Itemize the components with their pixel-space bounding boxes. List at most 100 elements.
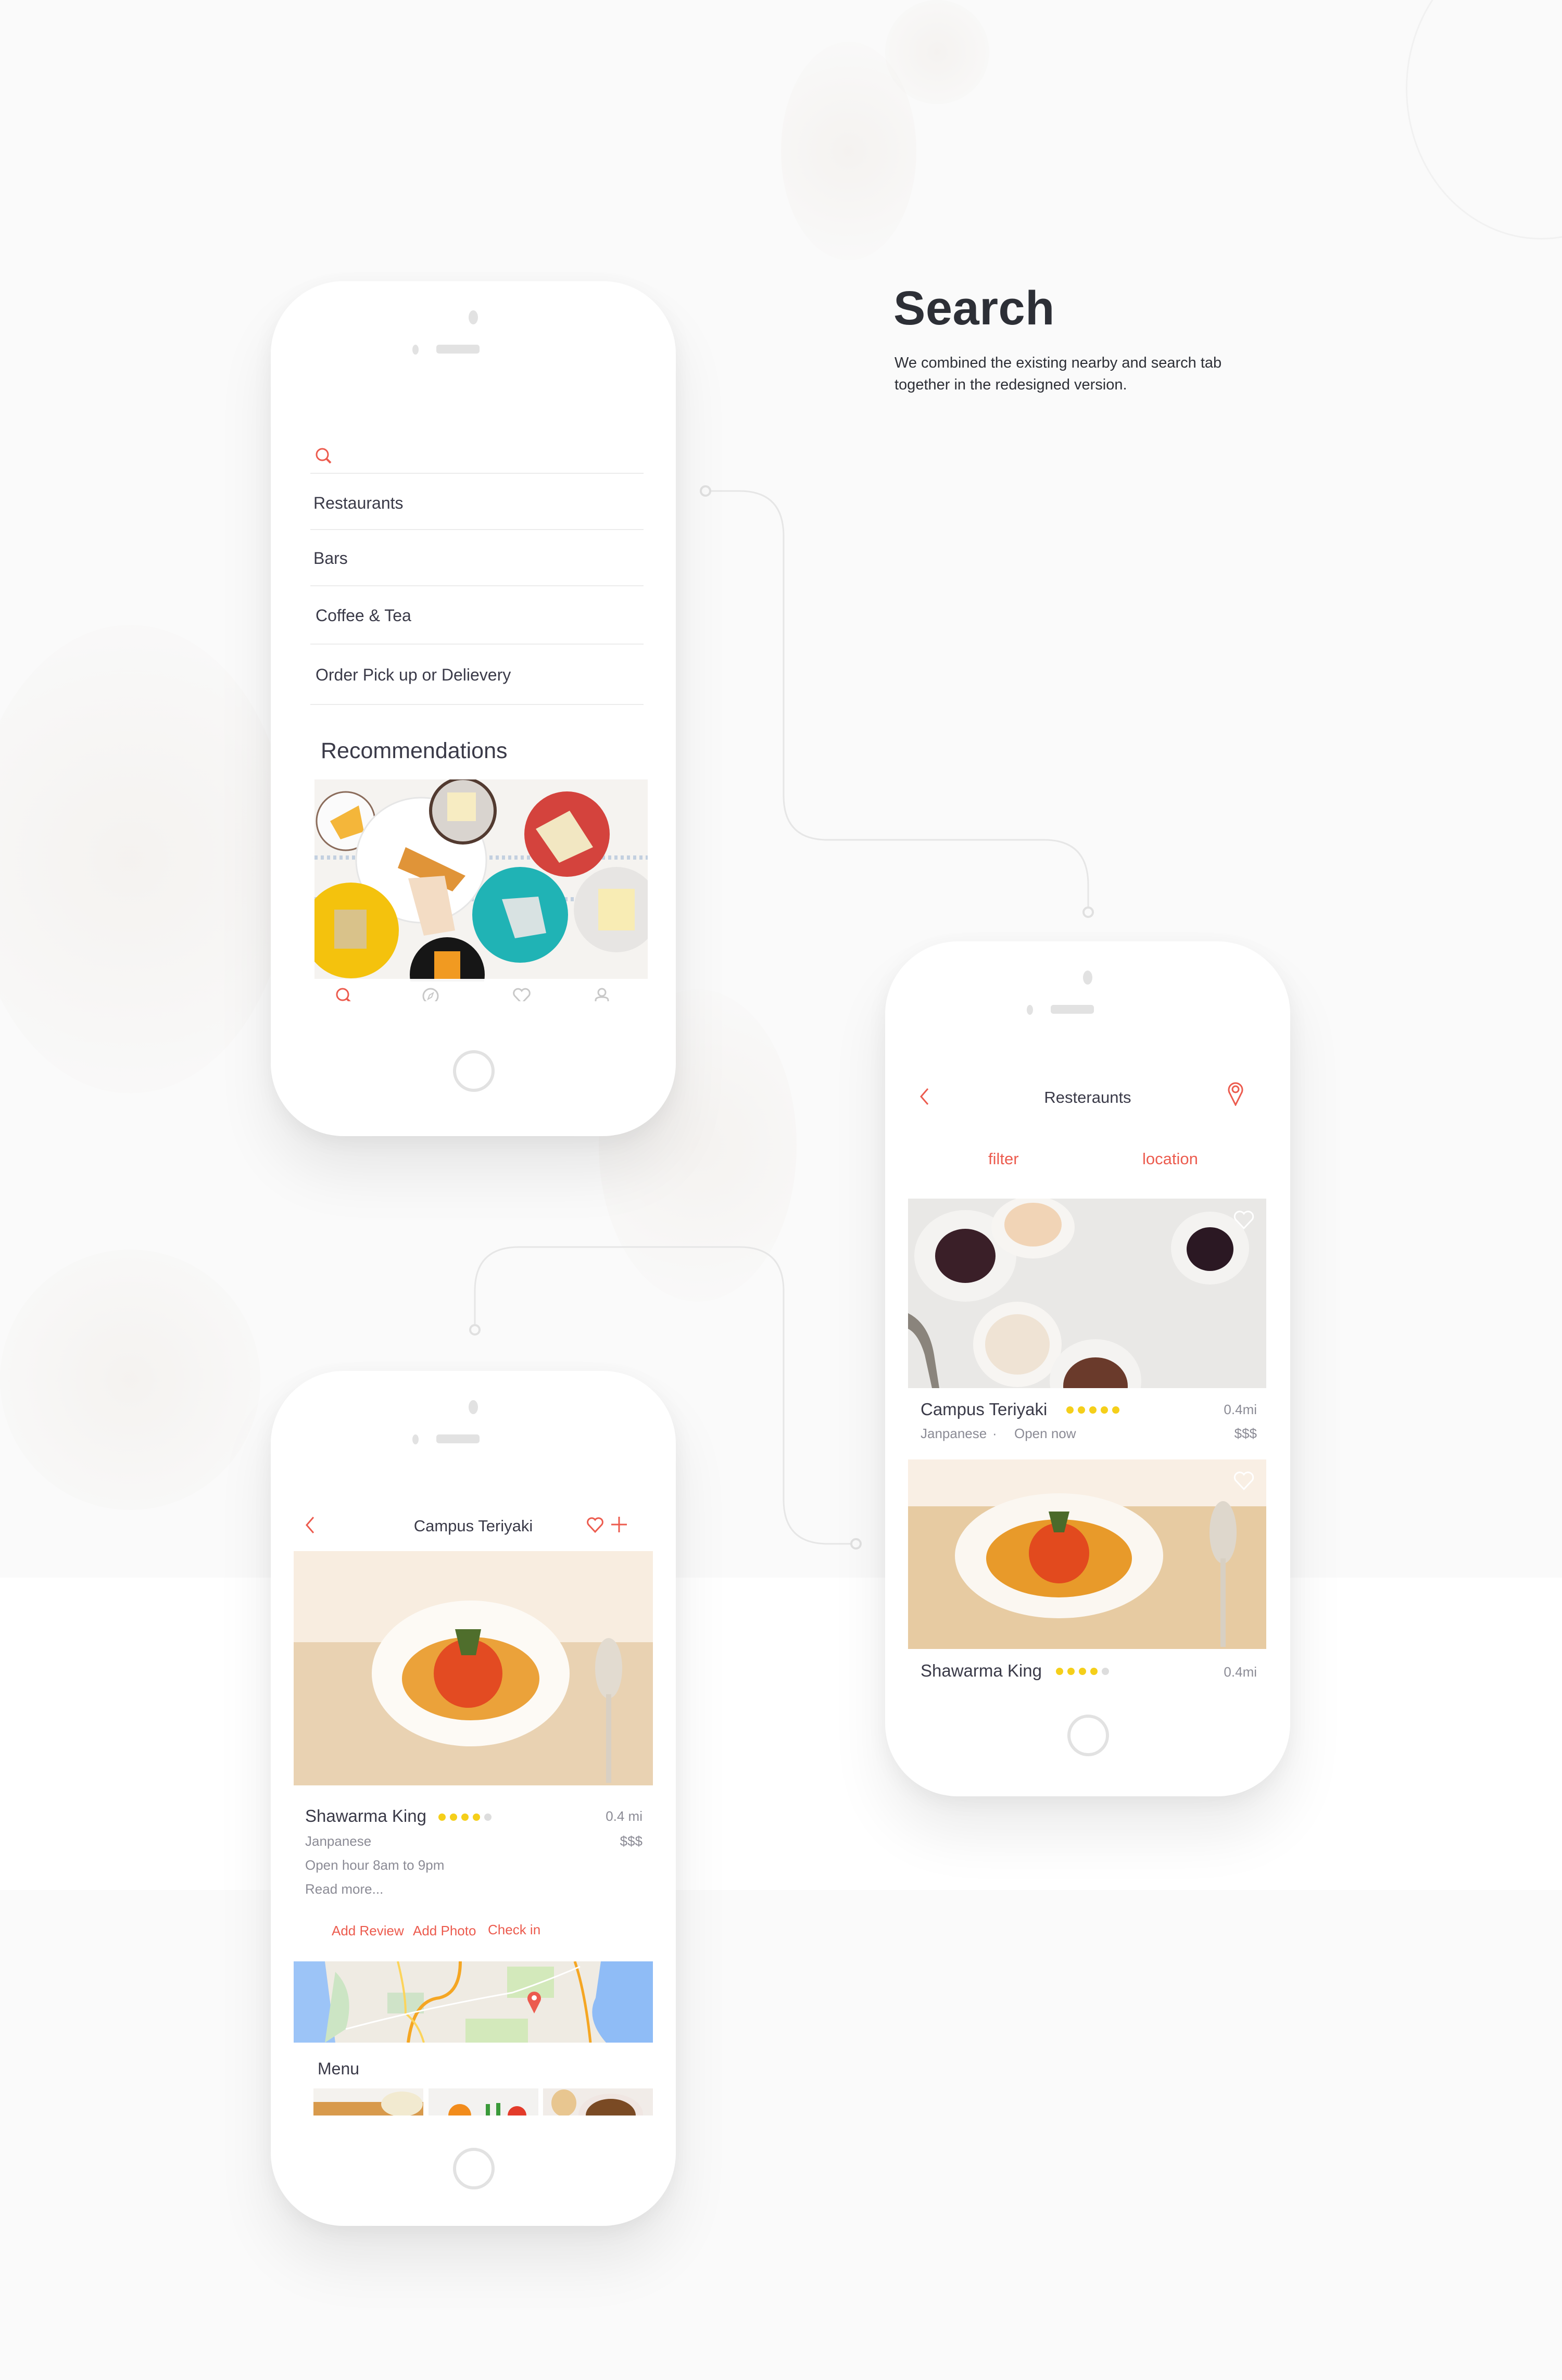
sauces-photo xyxy=(908,1199,1266,1388)
restaurant-name[interactable]: Shawarma King xyxy=(921,1661,1042,1681)
recommendation-card-cheese[interactable] xyxy=(314,779,648,981)
distance: 0.4mi xyxy=(1224,1664,1257,1680)
front-camera xyxy=(469,1400,478,1414)
phone-detail-screen: Campus Teriyaki Shawarma King 0.4 mi Jan… xyxy=(271,1371,676,2226)
rating-dot-filled xyxy=(1079,1668,1086,1675)
rating-dots xyxy=(1066,1406,1119,1414)
background-food-blur xyxy=(885,0,989,104)
map-pin-icon xyxy=(1228,1082,1243,1108)
earpiece-speaker xyxy=(436,345,480,354)
tab-profile[interactable] xyxy=(589,984,615,1001)
rating-dot-empty xyxy=(484,1814,492,1821)
menu-item-thumbnail[interactable] xyxy=(313,2088,423,2115)
user-icon xyxy=(594,987,610,1001)
open-hours: Open hour 8am to 9pm xyxy=(305,1857,445,1873)
check-in-button[interactable]: Check in xyxy=(488,1922,540,1938)
price-level: $$$ xyxy=(1234,1426,1257,1441)
category-label: Order Pick up or Delievery xyxy=(316,665,511,684)
filter-button[interactable]: filter xyxy=(988,1150,1019,1168)
cheese-platter-photo xyxy=(314,779,648,981)
connector-node xyxy=(469,1324,481,1336)
rating-dots xyxy=(1056,1668,1109,1675)
favorite-button[interactable] xyxy=(586,1517,604,1536)
category-restaurants[interactable]: Restaurants xyxy=(310,474,644,530)
tab-search[interactable] xyxy=(331,984,357,1001)
pancake-photo xyxy=(313,2088,423,2115)
add-button[interactable] xyxy=(610,1516,628,1536)
result-card-image[interactable] xyxy=(908,1459,1266,1649)
connector-node xyxy=(850,1538,862,1550)
plus-icon xyxy=(610,1517,628,1535)
screen: Restaurants Bars Coffee & Tea Order Pick… xyxy=(294,400,653,1001)
rating-dot-filled xyxy=(1089,1406,1097,1414)
tab-explore[interactable] xyxy=(418,984,444,1001)
phone-results-screen: Resteraunts filter location Campus Teriy… xyxy=(885,941,1290,1796)
rating-dot-filled xyxy=(473,1814,480,1821)
rating-dot-filled xyxy=(1101,1406,1108,1414)
home-button[interactable] xyxy=(1067,1715,1109,1756)
search-input[interactable] xyxy=(310,442,644,474)
nav-bar: Resteraunts xyxy=(885,1082,1244,1129)
rating-dot-filled xyxy=(461,1814,469,1821)
proximity-sensor xyxy=(412,1434,419,1444)
earpiece-speaker xyxy=(436,1434,480,1443)
menu-title: Menu xyxy=(318,2059,360,2078)
category-label: Coffee & Tea xyxy=(316,606,411,625)
background-food-blur xyxy=(0,625,292,1093)
earpiece-speaker xyxy=(1051,1005,1094,1014)
favorite-button[interactable] xyxy=(1233,1471,1257,1495)
category-order-pickup-delivery[interactable]: Order Pick up or Delievery xyxy=(310,645,644,705)
location-map[interactable] xyxy=(294,1961,653,2043)
restaurant-name[interactable]: Campus Teriyaki xyxy=(921,1400,1047,1419)
tomato-soup-photo xyxy=(908,1459,1266,1649)
connector-node xyxy=(1082,906,1094,918)
bottom-tab-bar xyxy=(294,979,653,1001)
front-camera xyxy=(469,310,478,324)
rating-dot-filled xyxy=(1112,1406,1119,1414)
location-button[interactable] xyxy=(1228,1082,1243,1109)
heart-icon xyxy=(512,987,531,1001)
background-food-blur xyxy=(0,1250,260,1510)
home-button[interactable] xyxy=(453,2148,495,2189)
section-title: Search xyxy=(893,282,1055,335)
heart-icon xyxy=(1233,1471,1254,1493)
add-photo-button[interactable]: Add Photo xyxy=(413,1923,476,1939)
read-more-link[interactable]: Read more... xyxy=(305,1881,383,1897)
result-card-image[interactable] xyxy=(908,1199,1266,1388)
search-icon xyxy=(335,987,353,1001)
cuisine: Janpanese xyxy=(921,1426,987,1441)
distance: 0.4 mi xyxy=(606,1808,643,1824)
rating-dot-filled xyxy=(450,1814,457,1821)
search-icon xyxy=(314,447,333,468)
rating-dot-empty xyxy=(1102,1668,1109,1675)
connector-node xyxy=(700,485,711,497)
cuisine: Janpanese xyxy=(305,1833,372,1849)
menu-item-thumbnail[interactable] xyxy=(429,2088,538,2115)
favorite-button[interactable] xyxy=(1233,1210,1257,1234)
broth-photo xyxy=(543,2088,653,2115)
front-camera xyxy=(1083,971,1092,985)
rating-dots xyxy=(438,1814,492,1821)
proximity-sensor xyxy=(412,345,419,355)
location-filter-button[interactable]: location xyxy=(1142,1150,1198,1168)
salad-photo xyxy=(429,2088,538,2115)
heart-icon xyxy=(1233,1211,1254,1232)
phone-search-screen: Restaurants Bars Coffee & Tea Order Pick… xyxy=(271,281,676,1136)
category-label: Restaurants xyxy=(313,494,404,512)
add-review-button[interactable]: Add Review xyxy=(332,1923,404,1939)
category-coffee-tea[interactable]: Coffee & Tea xyxy=(310,586,644,645)
compass-icon xyxy=(422,987,439,1001)
menu-item-thumbnail[interactable] xyxy=(543,2088,653,2115)
nav-bar: Campus Teriyaki xyxy=(271,1510,630,1557)
category-bars[interactable]: Bars xyxy=(310,530,644,586)
background-plate-outline xyxy=(1406,0,1562,240)
recommendations-title: Recommendations xyxy=(321,738,508,763)
heart-icon xyxy=(586,1517,604,1535)
rating-dot-filled xyxy=(1066,1406,1074,1414)
home-button[interactable] xyxy=(453,1050,495,1092)
rating-dot-filled xyxy=(1067,1668,1075,1675)
tab-favorites[interactable] xyxy=(509,984,535,1001)
price-level: $$$ xyxy=(620,1833,643,1849)
separator: · xyxy=(992,1426,997,1441)
category-label: Bars xyxy=(313,549,348,568)
